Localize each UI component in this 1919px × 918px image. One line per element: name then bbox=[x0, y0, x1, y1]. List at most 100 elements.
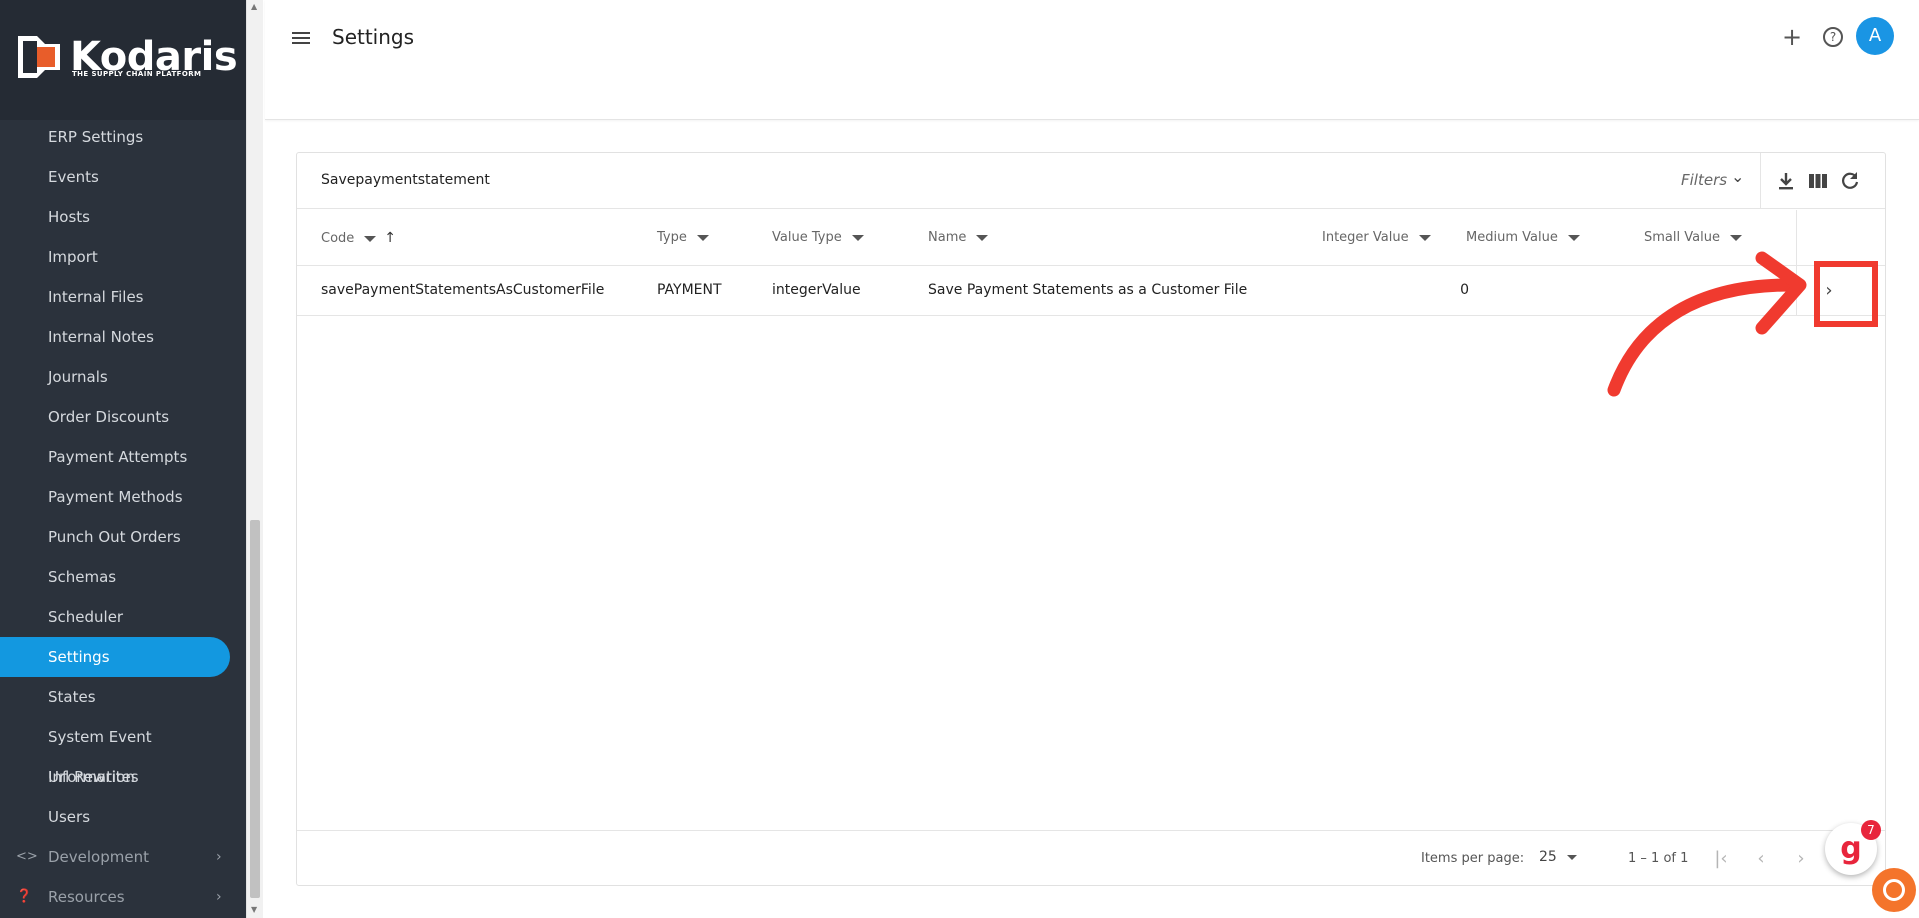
sort-caret-icon[interactable] bbox=[1418, 234, 1431, 241]
code-icon: <> bbox=[16, 849, 38, 864]
column-header-medium-value[interactable]: Medium Value bbox=[1466, 230, 1580, 245]
download-icon[interactable] bbox=[1774, 169, 1798, 193]
svg-text:?: ? bbox=[1830, 30, 1836, 44]
sidebar-item-states[interactable]: States bbox=[0, 677, 240, 717]
sidebar-item-import[interactable]: Import bbox=[0, 237, 240, 277]
chevron-right-icon: › bbox=[216, 889, 222, 905]
first-page-button[interactable]: |‹ bbox=[1707, 845, 1735, 873]
cell-integer-value: 0 bbox=[1460, 282, 1469, 298]
page-title: Settings bbox=[332, 25, 415, 49]
sort-caret-icon[interactable] bbox=[976, 234, 989, 241]
help-circle-icon: ❓ bbox=[16, 889, 33, 904]
sidebar-item-hosts[interactable]: Hosts bbox=[0, 197, 240, 237]
sidebar-item-scheduler[interactable]: Scheduler bbox=[0, 597, 240, 637]
chevron-right-icon: › bbox=[1797, 848, 1805, 869]
brand-tagline: THE SUPPLY CHAIN PLATFORM bbox=[72, 70, 202, 78]
sidebar-item-url-rewrites[interactable]: Url Rewrites bbox=[0, 757, 240, 797]
items-per-page-select[interactable]: 25 bbox=[1539, 849, 1577, 865]
column-header-name[interactable]: Name bbox=[928, 230, 989, 245]
sidebar-scrollbar[interactable]: ▲ ▼ bbox=[246, 0, 263, 918]
sidebar-item-schemas[interactable]: Schemas bbox=[0, 557, 240, 597]
add-button[interactable]: + bbox=[1777, 22, 1807, 52]
sidebar-item-punch-out-orders[interactable]: Punch Out Orders bbox=[0, 517, 240, 557]
column-header-type[interactable]: Type bbox=[657, 230, 709, 245]
scrollbar-thumb[interactable] bbox=[250, 520, 260, 898]
search-input[interactable]: Savepaymentstatement bbox=[321, 172, 490, 188]
sidebar-item-payment-attempts[interactable]: Payment Attempts bbox=[0, 437, 240, 477]
sort-caret-icon[interactable] bbox=[696, 234, 709, 241]
column-label: Code bbox=[321, 231, 355, 246]
sidebar-item-journals[interactable]: Journals bbox=[0, 357, 240, 397]
table-row[interactable]: savePaymentStatementsAsCustomerFile PAYM… bbox=[297, 266, 1885, 316]
sidebar-nav: ERP Settings Events Hosts Import Interna… bbox=[0, 117, 240, 917]
filters-button[interactable]: Filters bbox=[1681, 171, 1727, 189]
notification-badge: 7 bbox=[1861, 820, 1881, 840]
next-page-button[interactable]: › bbox=[1787, 845, 1815, 873]
table-header: Code ↑ Type Value Type Name Integer Value… bbox=[297, 210, 1885, 266]
chat-widget-button[interactable] bbox=[1872, 868, 1916, 912]
sidebar-item-events[interactable]: Events bbox=[0, 157, 240, 197]
sidebar-item-order-discounts[interactable]: Order Discounts bbox=[0, 397, 240, 437]
column-label: Value Type bbox=[772, 230, 842, 245]
column-header-value-type[interactable]: Value Type bbox=[772, 230, 864, 245]
sort-caret-icon[interactable] bbox=[851, 234, 864, 241]
sidebar-section-label: Development bbox=[48, 848, 149, 866]
chevron-right-icon: › bbox=[216, 849, 222, 865]
column-label: Integer Value bbox=[1322, 230, 1409, 245]
toolbar-divider bbox=[1760, 153, 1761, 209]
sidebar-item-users[interactable]: Users bbox=[0, 797, 240, 837]
sidebar-section-development[interactable]: <> Development › bbox=[0, 837, 240, 877]
scroll-down-icon[interactable]: ▼ bbox=[251, 905, 257, 914]
chevron-down-icon[interactable]: ⌄ bbox=[1731, 167, 1744, 186]
sort-ascending-icon[interactable]: ↑ bbox=[384, 230, 396, 246]
refresh-icon[interactable] bbox=[1838, 169, 1862, 193]
sidebar-item-settings[interactable]: Settings bbox=[0, 637, 230, 677]
help-button[interactable]: ? bbox=[1818, 22, 1848, 52]
dropdown-caret-icon bbox=[1566, 854, 1577, 860]
sidebar-item-payment-methods[interactable]: Payment Methods bbox=[0, 477, 240, 517]
column-divider bbox=[1796, 210, 1797, 266]
chat-icon bbox=[1883, 879, 1905, 901]
column-divider bbox=[1796, 266, 1797, 316]
table-toolbar: Savepaymentstatement Filters ⌄ bbox=[297, 153, 1885, 209]
sort-caret-icon[interactable] bbox=[364, 235, 377, 242]
paginator: Items per page: 25 1 – 1 of 1 |‹ ‹ › bbox=[297, 830, 1885, 886]
items-per-page-value: 25 bbox=[1539, 849, 1557, 865]
column-header-integer-value[interactable]: Integer Value bbox=[1322, 230, 1431, 245]
sidebar-item-erp-settings[interactable]: ERP Settings bbox=[0, 117, 240, 157]
sort-caret-icon[interactable] bbox=[1567, 234, 1580, 241]
chevron-left-icon: ‹ bbox=[1757, 848, 1765, 869]
sidebar-section-resources[interactable]: ❓ Resources › bbox=[0, 877, 240, 917]
columns-icon[interactable] bbox=[1806, 169, 1830, 193]
settings-panel: Savepaymentstatement Filters ⌄ Code ↑ Typ… bbox=[296, 152, 1886, 886]
cell-type: PAYMENT bbox=[657, 282, 722, 298]
top-header: Settings + ? A bbox=[265, 0, 1919, 120]
column-header-small-value[interactable]: Small Value bbox=[1644, 230, 1742, 245]
sort-caret-icon[interactable] bbox=[1729, 234, 1742, 241]
scroll-up-icon[interactable]: ▲ bbox=[251, 2, 257, 11]
help-icon: ? bbox=[1823, 27, 1843, 47]
column-label: Medium Value bbox=[1466, 230, 1558, 245]
column-label: Type bbox=[657, 230, 687, 245]
first-page-icon: |‹ bbox=[1714, 848, 1728, 869]
open-row-button[interactable]: › bbox=[1815, 277, 1843, 305]
menu-icon[interactable] bbox=[289, 26, 313, 50]
column-label: Small Value bbox=[1644, 230, 1720, 245]
sidebar-item-system-event-information[interactable]: System Event Information bbox=[0, 717, 240, 786]
chevron-right-icon: › bbox=[1825, 280, 1833, 301]
logo[interactable]: Kodaris THE SUPPLY CHAIN PLATFORM bbox=[0, 0, 246, 120]
sidebar-item-internal-notes[interactable]: Internal Notes bbox=[0, 317, 240, 357]
items-per-page-label: Items per page: bbox=[1421, 851, 1525, 866]
column-label: Name bbox=[928, 230, 967, 245]
user-avatar[interactable]: A bbox=[1856, 17, 1894, 55]
plus-icon: + bbox=[1781, 23, 1803, 51]
sidebar-section-label: Resources bbox=[48, 888, 125, 906]
cell-name: Save Payment Statements as a Customer Fi… bbox=[928, 282, 1248, 298]
pagination-range: 1 – 1 of 1 bbox=[1628, 851, 1689, 866]
column-header-code[interactable]: Code ↑ bbox=[321, 230, 396, 246]
sidebar: Kodaris THE SUPPLY CHAIN PLATFORM ERP Se… bbox=[0, 0, 246, 918]
previous-page-button[interactable]: ‹ bbox=[1747, 845, 1775, 873]
cell-code: savePaymentStatementsAsCustomerFile bbox=[321, 282, 605, 298]
cell-value-type: integerValue bbox=[772, 282, 861, 298]
sidebar-item-internal-files[interactable]: Internal Files bbox=[0, 277, 240, 317]
